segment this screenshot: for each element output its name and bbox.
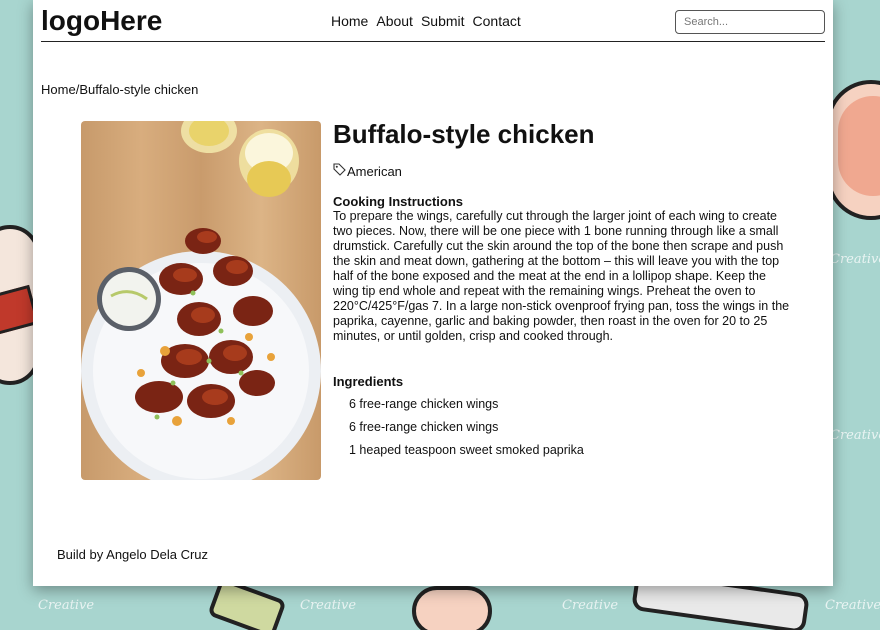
background-watermark: Creative (562, 598, 619, 613)
site-logo[interactable]: logoHere (41, 5, 162, 37)
main-nav: Home About Submit Contact (331, 13, 521, 29)
nav-link-submit[interactable]: Submit (421, 13, 465, 29)
cuisine-label: American (347, 163, 402, 179)
background-decoration (838, 96, 880, 196)
search-input[interactable] (675, 10, 825, 34)
ingredient-item: 6 free-range chicken wings (349, 397, 499, 411)
nav-link-about[interactable]: About (376, 13, 413, 29)
tag-icon (333, 163, 346, 179)
page-card: logoHere Home About Submit Contact Home/… (33, 0, 833, 586)
recipe-photo (81, 121, 321, 480)
ingredient-item: 6 free-range chicken wings (349, 420, 499, 434)
background-watermark: Creative (830, 428, 880, 443)
site-header: logoHere Home About Submit Contact (41, 0, 825, 42)
nav-link-contact[interactable]: Contact (473, 13, 521, 29)
instructions-text: To prepare the wings, carefully cut thro… (333, 209, 790, 343)
cuisine-tag: American (333, 163, 402, 179)
footer-credit: Build by Angelo Dela Cruz (57, 547, 209, 562)
background-decoration (412, 586, 492, 630)
ingredient-item: 1 heaped teaspoon sweet smoked paprika (349, 443, 584, 457)
breadcrumb-current: Buffalo-style chicken (79, 82, 199, 97)
ingredients-list: 6 free-range chicken wings 6 free-range … (349, 397, 584, 466)
background-watermark: Creative (300, 598, 357, 613)
background-watermark: Creative (38, 598, 95, 613)
ingredients-heading: Ingredients (333, 374, 404, 389)
background-watermark: Creative (825, 598, 880, 613)
breadcrumb: Home/Buffalo-style chicken (41, 82, 198, 97)
recipe-title: Buffalo-style chicken (333, 119, 595, 149)
instructions-heading: Cooking Instructions (333, 194, 463, 209)
nav-link-home[interactable]: Home (331, 13, 368, 29)
background-watermark: Creative (830, 252, 880, 267)
breadcrumb-home-link[interactable]: Home (41, 82, 76, 97)
